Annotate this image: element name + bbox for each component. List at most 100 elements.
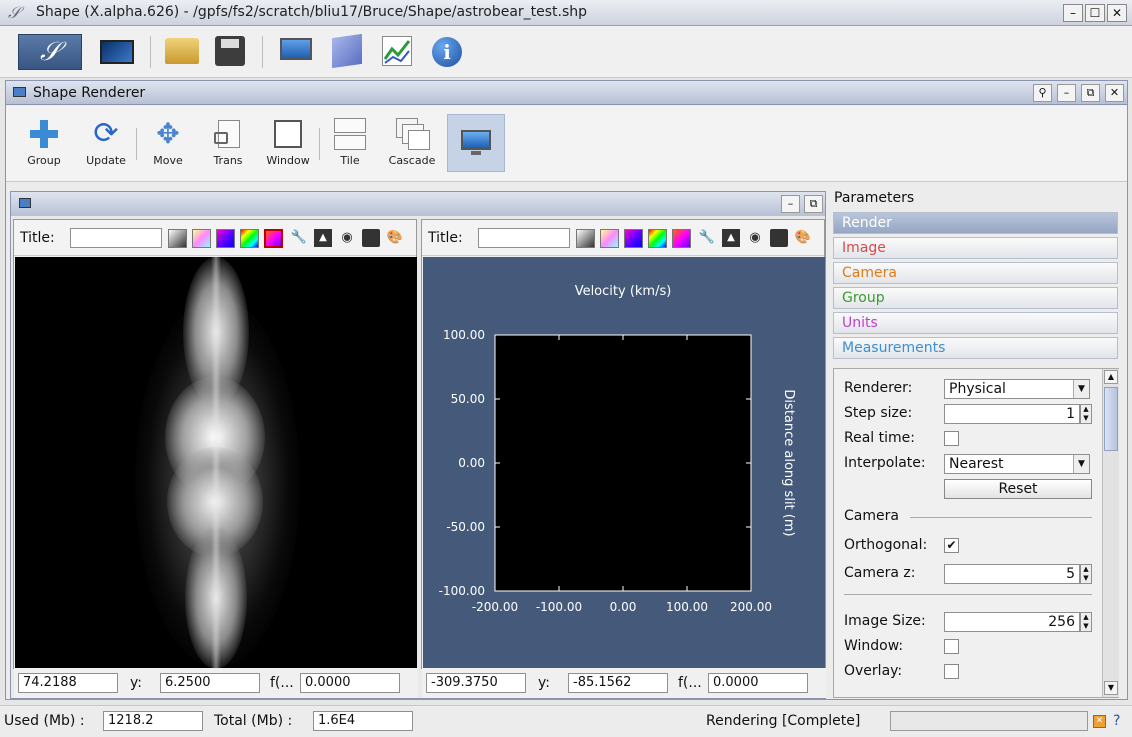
info-icon[interactable]: i [432,37,462,67]
overlay-checkbox[interactable] [944,664,959,679]
form-scrollbar[interactable]: ▲ ▼ [1102,369,1119,697]
panel-restore-button[interactable]: ⧉ [1081,84,1100,102]
move-tool[interactable]: ✥ Move [142,112,194,174]
rainbow-colormap-icon[interactable] [648,229,667,248]
app-logo-icon: 𝒮 [8,3,21,22]
display-mode-tool[interactable] [447,114,505,172]
monitor-icon[interactable] [280,38,312,60]
panel-minimize-button[interactable]: – [1057,84,1076,102]
save-image-icon[interactable] [770,229,788,247]
window-label: Window: [844,638,904,654]
cascade-icon [396,118,430,150]
plus-icon [28,118,60,150]
right-x-value: -309.3750 [426,673,526,693]
camera-z-label: Camera z: [844,565,916,581]
image-size-divider [844,594,1092,595]
shape-logo-icon[interactable]: 𝒮 [18,34,82,70]
pin-icon[interactable]: ⚲ [1033,84,1052,102]
param-section-image[interactable]: Image [833,237,1118,259]
tile-tool[interactable]: Tile [324,112,376,174]
update-tool[interactable]: ⟳ Update [80,112,132,174]
magenta-colormap-icon[interactable] [216,229,235,248]
cube-icon[interactable] [332,33,362,69]
palette-icon[interactable]: 🎨 [386,229,404,247]
wrench-icon[interactable]: 🔧 [698,229,716,247]
save-image-icon[interactable] [362,229,380,247]
rainbow-colormap-icon[interactable] [240,229,259,248]
used-memory-value: 1218.2 [103,711,203,731]
left-view: Title: 🔧 ▲ ◉ 🎨 74.2188 y: 6.2500 f(... 0… [13,219,418,698]
camera-group-label: Camera [844,508,899,524]
spectral-colormap-icon[interactable] [672,229,691,248]
save-icon[interactable] [215,36,245,66]
stop-render-icon[interactable]: ✕ [1093,715,1106,728]
image-icon[interactable]: ▲ [722,229,740,247]
cascade-tool[interactable]: Cascade [384,112,440,174]
interpolate-select[interactable]: Nearest ▼ [944,454,1090,474]
right-title-input[interactable] [478,228,570,248]
trans-tool[interactable]: Trans [202,112,254,174]
open-folder-icon[interactable] [165,38,199,64]
x-tick-label: 200.00 [730,600,772,614]
wrench-icon[interactable]: 🔧 [290,229,308,247]
right-y-value: -85.1562 [568,673,668,693]
plot-area [495,335,751,591]
image-size-spinner[interactable]: ▲ ▼ [1080,612,1092,632]
frame-restore-button[interactable]: ⧉ [804,195,823,213]
right-title-label: Title: [428,230,463,246]
y-axis-label: Distance along slit (m) [781,389,796,536]
panel-close-button[interactable]: ✕ [1105,84,1124,102]
transform-page-icon [212,118,244,150]
eye-icon[interactable]: ◉ [338,229,356,247]
eye-icon[interactable]: ◉ [746,229,764,247]
help-icon[interactable]: ? [1113,713,1120,729]
window-checkbox[interactable] [944,639,959,654]
pv-chart: Velocity (km/s) -200.00 -100.00 0.00 100.00… [439,284,796,614]
x-tick-label: 100.00 [666,600,708,614]
group-tool[interactable]: Group [18,112,70,174]
step-size-input[interactable]: 1 [944,404,1080,424]
right-view-toolbar: Title: 🔧 ▲ ◉ 🎨 [422,220,824,256]
close-button[interactable]: ✕ [1107,4,1127,22]
pastel-colormap-icon[interactable] [192,229,211,248]
param-section-camera[interactable]: Camera [833,262,1118,284]
image-icon[interactable]: ▲ [314,229,332,247]
render-image[interactable] [15,257,417,669]
y-tick-label: -100.00 [439,584,485,598]
param-section-group[interactable]: Group [833,287,1118,309]
gray-colormap-icon[interactable] [576,229,595,248]
frame-minimize-button[interactable]: – [781,195,800,213]
parameters-panel: Parameters Render Image Camera Group Units Me… [833,190,1125,698]
reset-button[interactable]: Reset [944,479,1092,499]
gray-colormap-icon[interactable] [168,229,187,248]
renderer-select[interactable]: Physical ▼ [944,379,1090,399]
scroll-up-icon[interactable]: ▲ [1104,370,1118,384]
step-size-spinner[interactable]: ▲ ▼ [1080,404,1092,424]
param-section-measurements[interactable]: Measurements [833,337,1118,359]
camera-group-divider [910,517,1092,518]
image-size-input[interactable]: 256 [944,612,1080,632]
orthogonal-checkbox[interactable]: ✔ [944,538,959,553]
minimize-button[interactable]: – [1063,4,1083,22]
plot-icon[interactable] [382,36,412,66]
param-section-render[interactable]: Render [833,212,1118,234]
window-titlebar: 𝒮 Shape (X.alpha.626) - /gpfs/fs2/scratc… [0,0,1132,26]
scroll-down-icon[interactable]: ▼ [1104,681,1118,695]
palette-icon[interactable]: 🎨 [794,229,812,247]
maximize-button[interactable]: ☐ [1085,4,1105,22]
param-section-units[interactable]: Units [833,312,1118,334]
spectral-colormap-icon[interactable] [264,229,283,248]
display-window-icon[interactable] [100,40,134,64]
renderer-panel-header: Shape Renderer ⚲ – ⧉ ✕ [6,81,1127,105]
scrollbar-thumb[interactable] [1104,387,1118,451]
real-time-checkbox[interactable] [944,431,959,446]
camera-z-input[interactable]: 5 [944,564,1080,584]
magenta-colormap-icon[interactable] [624,229,643,248]
y-tick-label: 50.00 [451,392,485,406]
pv-diagram-view[interactable]: Velocity (km/s) -200.00 -100.00 0.00 100.00… [423,257,825,669]
left-title-input[interactable] [70,228,162,248]
window-tool[interactable]: Window [262,112,314,174]
parameters-header: Parameters [834,190,915,206]
camera-z-spinner[interactable]: ▲ ▼ [1080,564,1092,584]
pastel-colormap-icon[interactable] [600,229,619,248]
